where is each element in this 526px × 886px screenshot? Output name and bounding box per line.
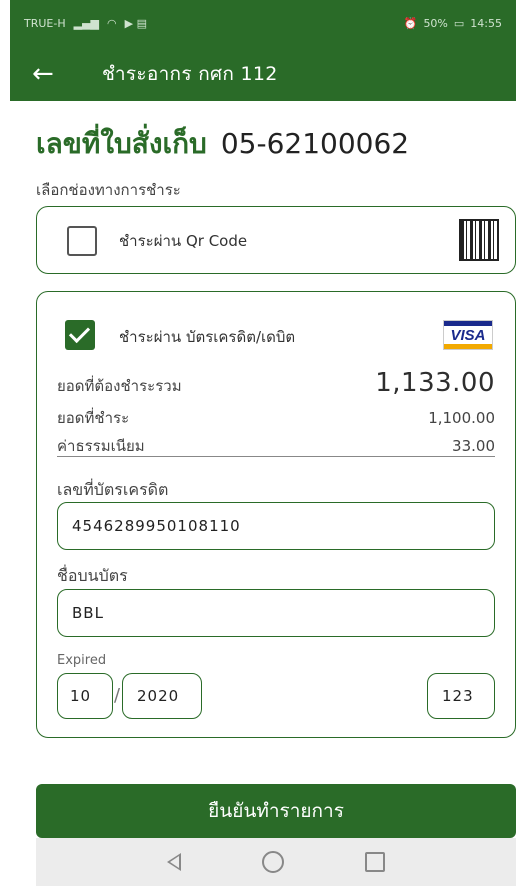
expiry-separator: / [114, 685, 121, 706]
total-value: 1,133.00 [375, 368, 495, 398]
status-bar: TRUE-H ▂▄▆ ◠ ▶ ▤ ⏰ 50% ▭ 14:55 [10, 0, 516, 46]
amount-divider [57, 456, 495, 457]
notification-icon: ▶ ▤ [124, 16, 147, 30]
app-bar-title: ชำระอากร กศก 112 [102, 62, 278, 85]
signal-icon: ▂▄▆ [73, 16, 99, 30]
battery-icon: ▭ [453, 16, 465, 30]
expiry-year-input[interactable]: 2020 [122, 673, 202, 719]
expiry-month-input[interactable]: 10 [57, 673, 113, 719]
clock: 14:55 [470, 16, 502, 30]
card-option-label: ชำระผ่าน บัตรเครดิต/เดบิต [119, 328, 296, 346]
card-number-label: เลขที่บัตรเครดิต [57, 480, 169, 499]
pay-value: 1,100.00 [428, 409, 495, 427]
status-bar-right: ⏰ 50% ▭ 14:55 [404, 17, 502, 30]
expired-label: Expired [57, 653, 107, 668]
fee-row: ค่าธรรมเนียม 33.00 [57, 434, 495, 458]
pay-label: ยอดที่ชำระ [57, 409, 130, 427]
qr-option-label: ชำระผ่าน Qr Code [119, 232, 248, 250]
total-row: ยอดที่ต้องชำระรวม 1,133.00 [57, 368, 495, 398]
system-nav-bar [36, 838, 516, 886]
battery-percent: 50% [423, 16, 448, 30]
qr-payment-option[interactable]: ชำระผ่าน Qr Code [36, 206, 516, 274]
wifi-icon: ◠ [107, 16, 117, 30]
carrier-label: TRUE-H [24, 16, 66, 30]
payment-channel-label: เลือกช่องทางการชำระ [36, 181, 181, 199]
left-edge [0, 101, 10, 886]
alarm-icon: ⏰ [403, 16, 418, 30]
cvv-input[interactable]: 123 [427, 673, 495, 719]
nav-recent-apps-icon[interactable] [365, 852, 386, 872]
card-name-input[interactable]: BBL [57, 589, 495, 637]
card-number-input[interactable]: 4546289950108110 [57, 502, 495, 550]
fee-label: ค่าธรรมเนียม [57, 437, 145, 455]
confirm-button[interactable]: ยืนยันทำรายการ [36, 784, 516, 838]
page-heading: เลขที่ใบสั่งเก็บ 05-62100062 [36, 122, 409, 166]
back-arrow-icon[interactable]: ← [32, 61, 72, 87]
heading-label: เลขที่ใบสั่งเก็บ [36, 127, 207, 160]
order-number: 05-62100062 [220, 127, 410, 160]
qr-code-icon [459, 219, 499, 261]
fee-value: 33.00 [452, 437, 495, 455]
nav-back-icon[interactable] [166, 853, 181, 871]
qr-checkbox[interactable] [67, 226, 97, 256]
app-bar: ← ชำระอากร กศก 112 [10, 46, 516, 101]
visa-logo-icon: VISA [443, 320, 493, 350]
right-edge [516, 101, 526, 886]
pay-row: ยอดที่ชำระ 1,100.00 [57, 406, 495, 430]
card-checkbox[interactable] [65, 320, 95, 350]
card-payment-option[interactable]: ชำระผ่าน บัตรเครดิต/เดบิต VISA ยอดที่ต้อ… [36, 291, 516, 738]
status-bar-left: TRUE-H ▂▄▆ ◠ ▶ ▤ [24, 17, 147, 30]
card-name-label: ชื่อบนบัตร [57, 566, 128, 585]
visa-brand-text: VISA [450, 326, 486, 344]
nav-home-icon[interactable] [261, 851, 284, 873]
total-label: ยอดที่ต้องชำระรวม [57, 377, 182, 395]
